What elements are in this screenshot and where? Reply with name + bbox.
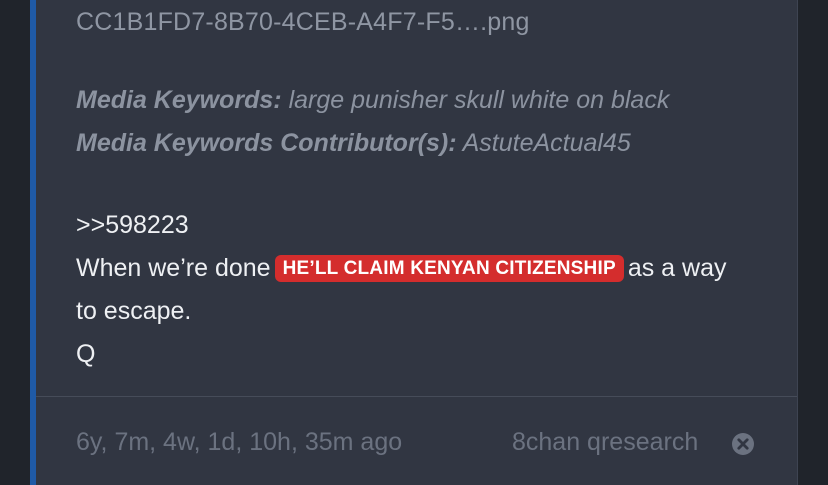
post-footer: 6y, 7m, 4w, 1d, 10h, 35m ago 8chan qrese…: [76, 428, 766, 462]
post-timestamp: 6y, 7m, 4w, 1d, 10h, 35m ago: [76, 428, 403, 456]
close-circle-icon[interactable]: [731, 432, 755, 456]
post-line-2: When we’re done HE’LL CLAIM KENYAN CITIZE…: [76, 247, 776, 290]
post-body: >>598223 When we’re done HE’LL CLAIM KENY…: [76, 204, 776, 376]
post-text-before: When we’re done: [76, 254, 271, 282]
footer-divider: [36, 396, 797, 397]
highlight-badge: HE’LL CLAIM KENYAN CITIZENSHIP: [274, 255, 624, 282]
post-text-after: as a way: [627, 254, 727, 282]
post-signature: Q: [76, 340, 96, 368]
media-keywords: Media Keywords: large punisher skull whi…: [76, 86, 669, 115]
post-accent-bar: [30, 0, 36, 485]
media-keywords-contributors: Media Keywords Contributor(s): AstuteAct…: [76, 129, 631, 158]
attachment-filename[interactable]: CC1B1FD7-8B70-4CEB-A4F7-F5….png: [76, 8, 530, 37]
media-contributors-label: Media Keywords Contributor(s):: [76, 129, 457, 157]
post-reference-link[interactable]: >>598223: [76, 204, 776, 247]
post-line-3: to escape.: [76, 297, 192, 325]
post-source[interactable]: 8chan qresearch: [512, 428, 698, 457]
media-keywords-label: Media Keywords:: [76, 86, 282, 114]
media-keywords-value: large punisher skull white on black: [288, 86, 670, 114]
page: CC1B1FD7-8B70-4CEB-A4F7-F5….png Media Ke…: [0, 0, 828, 485]
media-contributors-value[interactable]: AstuteActual45: [463, 129, 631, 157]
